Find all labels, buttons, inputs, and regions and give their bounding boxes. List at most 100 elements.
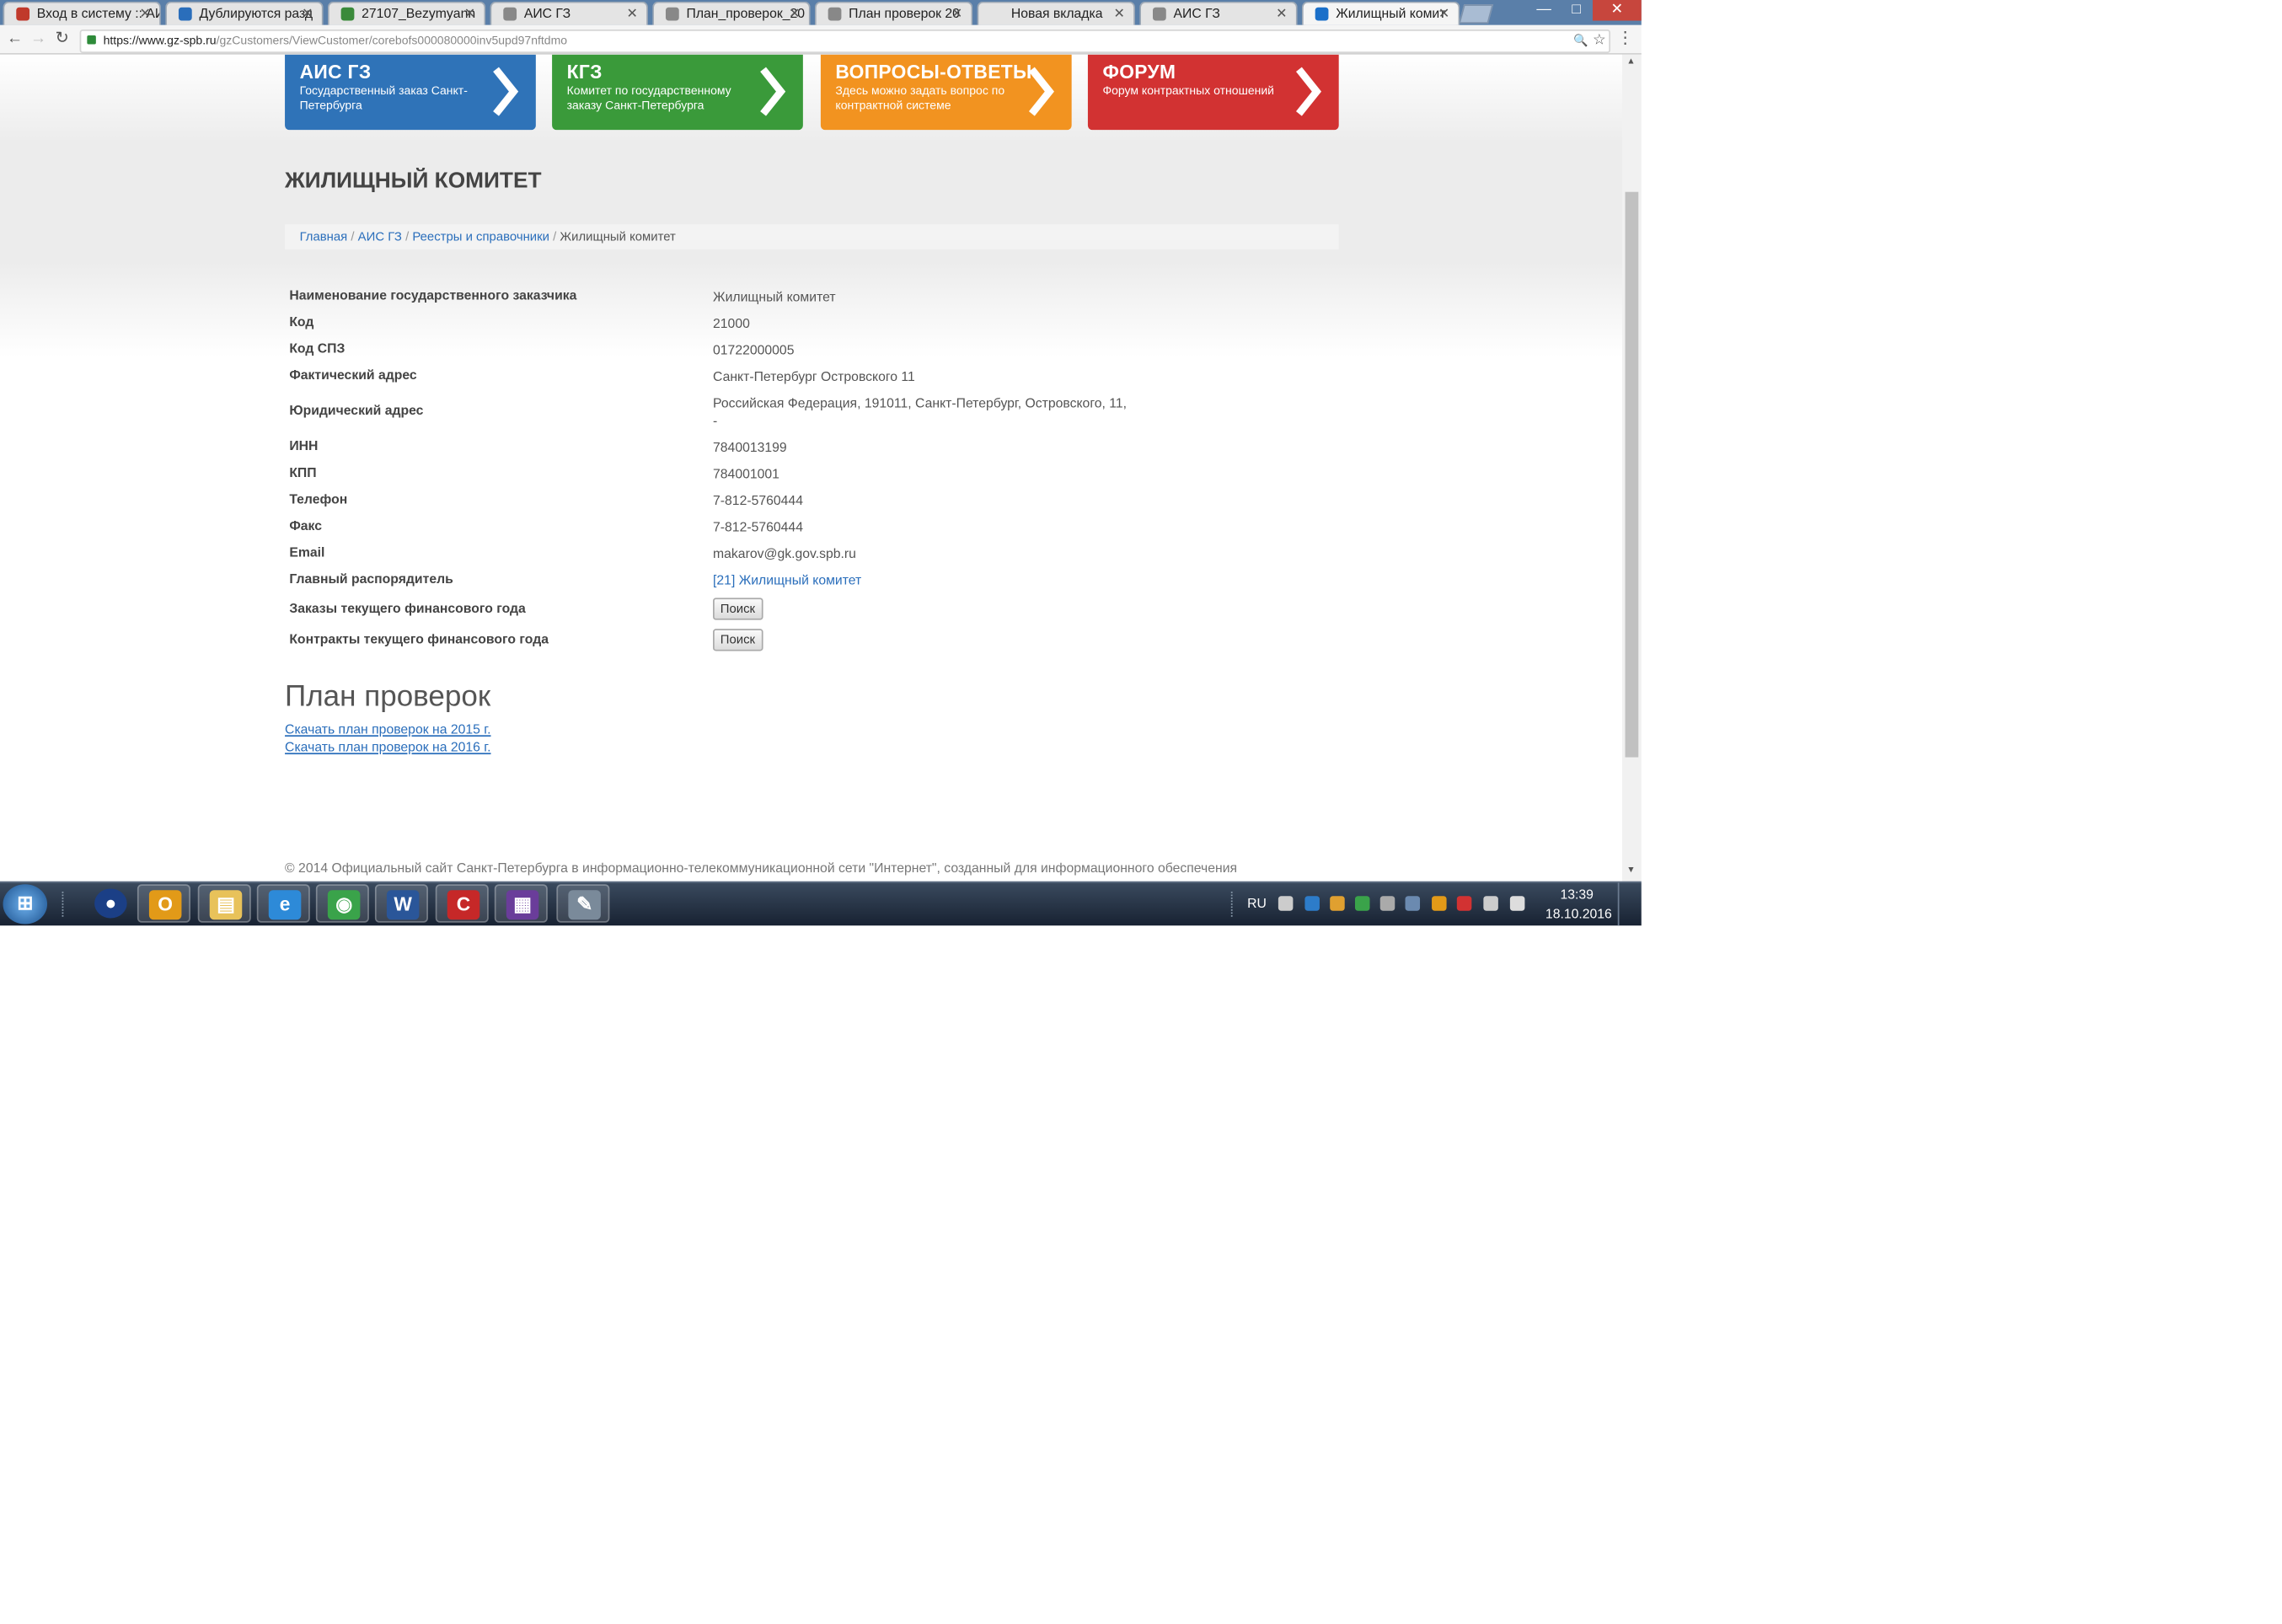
tab-favicon-icon xyxy=(1315,7,1329,21)
tile-forum[interactable]: ФОРУМ Форум контрактных отношений xyxy=(1087,54,1339,131)
chrome-icon[interactable]: ◉ xyxy=(315,884,369,923)
explorer-icon[interactable]: ▤ xyxy=(197,884,251,923)
office-tray-icon[interactable] xyxy=(1432,896,1447,911)
browser-tab[interactable]: АИС ГЗ ✕ xyxy=(1139,1,1298,25)
page-scrollbar[interactable]: ▲ ▼ xyxy=(1622,54,1642,882)
info-label: Фактический адрес xyxy=(289,367,417,383)
breadcrumb-item[interactable]: Реестры и справочники xyxy=(412,228,549,244)
app-tray-icon[interactable] xyxy=(1330,896,1345,911)
network-tray-icon[interactable] xyxy=(1354,896,1370,911)
forward-button[interactable]: → xyxy=(28,28,49,50)
bookmark-star-icon[interactable]: ☆ xyxy=(1593,31,1606,52)
zoom-icon[interactable]: 🔍 xyxy=(1573,31,1588,52)
info-value: 784001001 xyxy=(713,466,779,482)
info-label: Главный распорядитель xyxy=(289,571,453,587)
tab-close-icon[interactable]: ✕ xyxy=(302,3,313,25)
tab-close-icon[interactable]: ✕ xyxy=(789,3,800,25)
manager-link[interactable]: [21] Жилищный комитет xyxy=(713,571,1133,589)
tile-ais-gz[interactable]: АИС ГЗ Государственный заказ Санкт-Петерб… xyxy=(285,54,536,131)
browser-tab[interactable]: Жилищный комит ✕ xyxy=(1301,1,1460,25)
tile-qa[interactable]: ВОПРОСЫ-ОТВЕТЫ Здесь можно задать вопрос … xyxy=(820,54,1072,131)
close-window-button[interactable]: ✕ xyxy=(1592,0,1642,21)
chevron-right-icon xyxy=(493,67,519,116)
browser-tab[interactable]: План проверок 20 ✕ xyxy=(814,1,973,25)
tile-title: ФОРУМ xyxy=(1102,60,1176,83)
flag-tray-icon[interactable] xyxy=(1456,896,1472,911)
tab-favicon-icon xyxy=(828,7,842,21)
search-button-cell: Поиск xyxy=(713,629,1133,651)
scroll-up-arrow-icon[interactable]: ▲ xyxy=(1626,57,1635,67)
info-label: КПП xyxy=(289,464,317,480)
tile-subtitle: Государственный заказ Санкт-Петербурга xyxy=(299,83,468,112)
tab-close-icon[interactable]: ✕ xyxy=(139,3,150,25)
search-row-label: Контракты текущего финансового года xyxy=(289,631,549,647)
info-label: Факс xyxy=(289,517,322,533)
tab-close-icon[interactable]: ✕ xyxy=(1114,3,1125,25)
info-value: 7-812-5760444 xyxy=(713,519,803,535)
search-row-label: Заказы текущего финансового года xyxy=(289,600,526,616)
flag-app-icon[interactable]: ▦ xyxy=(494,884,548,923)
browser-tab[interactable]: Вход в систему :: АИС ✕ xyxy=(3,1,161,25)
scrollbar-thumb[interactable] xyxy=(1625,191,1639,758)
clock-date[interactable]: 18.10.2016 xyxy=(1545,893,1612,936)
red-app-icon[interactable]: C xyxy=(435,884,489,923)
tile-title: ВОПРОСЫ-ОТВЕТЫ xyxy=(835,60,1032,83)
new-tab-button[interactable] xyxy=(1459,4,1494,24)
tile-kgz[interactable]: КГЗ Комитет по государственному заказу Са… xyxy=(552,54,803,131)
info-value: makarov@gk.gov.spb.ru xyxy=(713,546,856,561)
scroll-down-arrow-icon[interactable]: ▼ xyxy=(1626,866,1635,876)
keyboard-tray-icon[interactable] xyxy=(1278,896,1294,911)
outlook-icon[interactable]: O xyxy=(137,884,190,923)
info-label: Юридический адрес xyxy=(289,403,424,418)
info-value: 01722000005 xyxy=(713,342,795,357)
tab-close-icon[interactable]: ✕ xyxy=(1438,3,1449,25)
updates-tray-icon[interactable] xyxy=(1405,896,1421,911)
tab-close-icon[interactable]: ✕ xyxy=(464,3,475,25)
reload-button[interactable]: ↻ xyxy=(51,28,72,50)
back-button[interactable]: ← xyxy=(4,28,25,50)
menu-icon[interactable]: ⋮ xyxy=(1615,28,1636,50)
browser-tab[interactable]: Новая вкладка ✕ xyxy=(977,1,1135,25)
plan-link-2015[interactable]: Скачать план проверок на 2015 г. xyxy=(285,722,490,737)
browser-tab[interactable]: Дублируются разд ✕ xyxy=(165,1,324,25)
search-contracts-button[interactable]: Поиск xyxy=(713,629,763,651)
monitor-tray-icon[interactable] xyxy=(1483,896,1498,911)
tab-label: План_проверок_20 xyxy=(686,6,806,21)
browser-tab[interactable]: АИС ГЗ ✕ xyxy=(490,1,648,25)
taskbar-grip-icon xyxy=(62,891,67,917)
word-icon[interactable]: W xyxy=(374,884,428,923)
tile-subtitle: Форум контрактных отношений xyxy=(1102,83,1275,98)
explorer-icon-glyph: ▤ xyxy=(209,890,243,920)
tab-favicon-icon xyxy=(990,8,1004,21)
tile-subtitle: Здесь можно задать вопрос по контрактной… xyxy=(835,83,1005,112)
tab-favicon-icon xyxy=(178,7,192,21)
plan-link-2016[interactable]: Скачать план проверок на 2016 г. xyxy=(285,740,490,755)
breadcrumb-item[interactable]: АИС ГЗ xyxy=(358,228,402,244)
tab-label: Новая вкладка xyxy=(1010,6,1103,21)
info-value: 7840013199 xyxy=(713,439,787,455)
tab-close-icon[interactable]: ✕ xyxy=(1276,3,1287,25)
tab-favicon-icon xyxy=(16,7,30,21)
tab-label: Жилищный комит xyxy=(1336,6,1446,21)
ie-icon[interactable]: e xyxy=(256,884,310,923)
ie-icon-glyph: e xyxy=(268,890,302,920)
breadcrumb-item[interactable]: Главная xyxy=(300,228,348,244)
maximize-button[interactable]: □ xyxy=(1560,0,1593,21)
tab-close-icon[interactable]: ✕ xyxy=(951,3,962,25)
sync-tray-icon[interactable] xyxy=(1379,896,1395,911)
browser-toolbar: ← → ↻ https://www.gz-spb.ru/gzCustomers/… xyxy=(0,24,1642,55)
start-button[interactable]: ⊞ xyxy=(3,884,48,925)
browser-tab[interactable]: 27107_Bezymyann ✕ xyxy=(327,1,486,25)
media-icon[interactable]: ● xyxy=(84,884,137,923)
language-indicator[interactable]: RU xyxy=(1247,882,1267,925)
bluetooth-tray-icon[interactable] xyxy=(1304,896,1320,911)
browser-tab[interactable]: План_проверок_20 ✕ xyxy=(652,1,811,25)
address-bar[interactable]: https://www.gz-spb.ru/gzCustomers/ViewCu… xyxy=(79,29,1610,54)
minimize-button[interactable]: — xyxy=(1528,0,1561,21)
paint-icon[interactable]: ✎ xyxy=(556,884,610,923)
search-orders-button[interactable]: Поиск xyxy=(713,598,763,620)
show-desktop-button[interactable] xyxy=(1617,882,1643,926)
page-viewport: АИС ГЗ Государственный заказ Санкт-Петерб… xyxy=(0,54,1623,882)
tab-close-icon[interactable]: ✕ xyxy=(626,3,637,25)
volume-tray-icon[interactable] xyxy=(1509,896,1525,911)
